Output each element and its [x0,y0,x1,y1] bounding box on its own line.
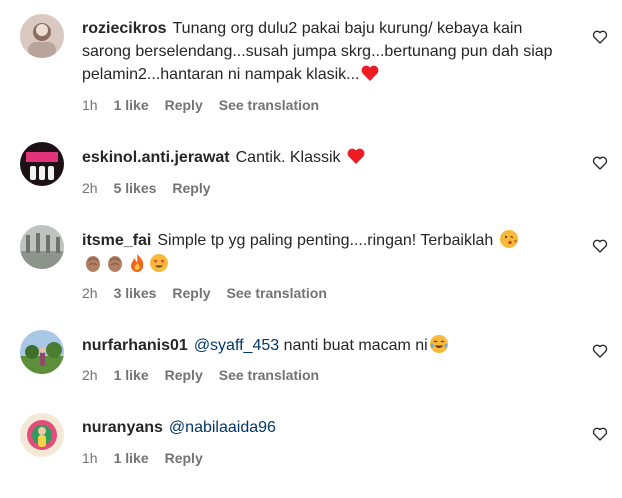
comment-time: 2h [82,180,98,196]
reply-button[interactable]: Reply [172,180,210,196]
comment-body: Simple tp yg paling penting....ringan! T… [157,232,494,249]
heart-outline-icon[interactable] [592,155,608,171]
heart-outline-icon[interactable] [592,238,608,254]
comment-time: 1h [82,450,98,466]
mention-link[interactable]: @syaff_453 [194,337,279,354]
clapping-hands-icon [83,253,103,273]
comment-text: nuranyans @nabilaaida96 [82,417,562,440]
comment-text: nurfarhanis01 @syaff_453 nanti buat macam… [82,334,562,358]
clapping-hands-icon [105,253,125,273]
heart-outline-icon[interactable] [592,29,608,45]
fire-icon [127,253,147,273]
reply-button[interactable]: Reply [165,450,203,466]
tears-of-joy-face-icon [429,334,449,354]
avatar[interactable] [20,142,64,186]
comment-likes[interactable]: 5 likes [114,180,157,196]
comment-text: itsme_fai Simple tp yg paling penting....… [82,229,562,276]
comment-meta: 1h 1 like Reply See translation [82,97,335,113]
red-heart-icon [360,63,380,83]
comment-time: 2h [82,367,98,383]
avatar[interactable] [20,413,64,457]
comment-meta: 2h 1 like Reply See translation [82,367,335,383]
comment-text: roziecikros Tunang org dulu2 pakai baju k… [82,18,562,87]
comment-likes[interactable]: 1 like [114,97,149,113]
reply-button[interactable]: Reply [172,285,210,301]
avatar[interactable] [20,330,64,374]
see-translation-button[interactable]: See translation [219,367,319,383]
avatar[interactable] [20,14,64,58]
see-translation-button[interactable]: See translation [227,285,327,301]
red-heart-icon [346,146,366,166]
comment-username[interactable]: roziecikros [82,20,166,37]
kissing-face-icon [499,229,519,249]
comment-likes[interactable]: 3 likes [114,285,157,301]
see-translation-button[interactable]: See translation [219,97,319,113]
avatar[interactable] [20,225,64,269]
comment-time: 2h [82,285,98,301]
comment-username[interactable]: itsme_fai [82,232,151,249]
reply-button[interactable]: Reply [165,97,203,113]
comment-list: roziecikros Tunang org dulu2 pakai baju k… [0,0,622,498]
comment-meta: 2h 3 likes Reply See translation [82,285,343,301]
comment-username[interactable]: nurfarhanis01 [82,337,188,354]
comment-username[interactable]: nuranyans [82,419,163,436]
mention-link[interactable]: @nabilaaida96 [169,419,276,436]
comment-likes[interactable]: 1 like [114,450,149,466]
comment-meta: 2h 5 likes Reply [82,180,227,196]
comment-text: eskinol.anti.jerawat Cantik. Klassik [82,146,562,170]
comment-body: Cantik. Klassik [235,149,341,166]
heart-outline-icon[interactable] [592,426,608,442]
comment-likes[interactable]: 1 like [114,367,149,383]
comment-meta: 1h 1 like Reply [82,450,219,466]
reply-button[interactable]: Reply [165,367,203,383]
comment-body: nanti buat macam ni [283,337,428,354]
comment-time: 1h [82,97,98,113]
heart-eyes-face-icon [149,253,169,273]
comment-username[interactable]: eskinol.anti.jerawat [82,149,230,166]
heart-outline-icon[interactable] [592,343,608,359]
